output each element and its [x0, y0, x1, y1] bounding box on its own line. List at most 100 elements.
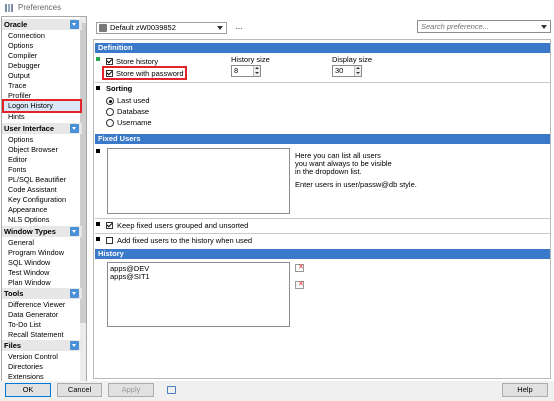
ok-button[interactable]: OK — [5, 383, 51, 397]
help-button[interactable]: Help — [502, 383, 548, 397]
category-tools[interactable]: Tools — [2, 288, 82, 299]
profile-dropdown[interactable]: Default zW0039852 — [96, 22, 227, 34]
profile-icon — [99, 24, 107, 32]
sidebar-item-program-window[interactable]: Program Window — [8, 248, 80, 258]
search-placeholder: Search preference... — [421, 22, 489, 31]
section-marker — [96, 149, 100, 153]
sidebar-scrollbar[interactable] — [80, 17, 86, 381]
cancel-button[interactable]: Cancel — [57, 383, 102, 397]
sorting-label: Sorting — [106, 84, 133, 93]
sidebar-item-fonts[interactable]: Fonts — [8, 165, 80, 175]
sidebar-item-logon-history[interactable]: Logon History — [2, 99, 82, 113]
sorting-database-radio[interactable] — [106, 108, 114, 116]
chevron-down-icon — [217, 26, 223, 30]
sidebar-item-general[interactable]: General — [8, 238, 80, 248]
sidebar-item-hints[interactable]: Hints — [8, 112, 80, 122]
sidebar-item-plsql-beautifier[interactable]: PL/SQL Beautifier — [8, 175, 80, 185]
sidebar-item-editor[interactable]: Editor — [8, 155, 80, 165]
sidebar-item-debugger[interactable]: Debugger — [8, 61, 80, 71]
fixed-users-help-line-3: in the dropdown list. — [295, 167, 362, 176]
sidebar-item-nls-options[interactable]: NLS Options — [8, 215, 80, 225]
highlight-box — [102, 66, 187, 80]
divider — [95, 82, 550, 83]
sidebar-item-output[interactable]: Output — [8, 71, 80, 81]
history-size-stepper[interactable]: 8 — [231, 65, 261, 77]
add-to-history-label: Add fixed users to the history when used — [117, 236, 253, 245]
window-title: Preferences — [18, 3, 62, 12]
category-title: Tools — [4, 289, 24, 298]
sidebar-item-todo-list[interactable]: To-Do List — [8, 320, 80, 330]
section-header-definition: Definition — [95, 43, 550, 53]
sidebar-item-appearance[interactable]: Appearance — [8, 205, 80, 215]
sidebar-item-difference-viewer[interactable]: Difference Viewer — [8, 300, 80, 310]
sidebar-item-object-browser[interactable]: Object Browser — [8, 145, 80, 155]
add-to-history-checkbox[interactable] — [106, 237, 113, 244]
sidebar-item-connection[interactable]: Connection — [8, 31, 80, 41]
delete-icon[interactable] — [295, 263, 304, 272]
sidebar-item-test-window[interactable]: Test Window — [8, 268, 80, 278]
sidebar-item-profiler[interactable]: Profiler — [8, 91, 80, 101]
delete-all-icon[interactable] — [295, 280, 304, 289]
sidebar-item-version-control[interactable]: Version Control — [8, 352, 80, 362]
divider — [95, 233, 550, 234]
history-size-value: 8 — [234, 66, 239, 75]
category-oracle[interactable]: Oracle — [2, 19, 82, 30]
sidebar-item-trace[interactable]: Trace — [8, 81, 80, 91]
store-history-checkbox[interactable] — [106, 58, 113, 65]
section-marker — [96, 222, 100, 226]
restore-defaults-icon[interactable] — [167, 386, 176, 394]
display-size-value: 30 — [335, 66, 344, 75]
modified-marker — [96, 57, 100, 61]
category-list[interactable]: Oracle Connection Options Compiler Debug… — [1, 16, 87, 382]
sorting-database-label: Database — [117, 107, 150, 116]
apply-button[interactable]: Apply — [108, 383, 154, 397]
keep-grouped-label: Keep fixed users grouped and unsorted — [117, 221, 249, 230]
sidebar-item-plan-window[interactable]: Plan Window — [8, 278, 80, 288]
sorting-last-used-radio[interactable] — [106, 97, 114, 105]
more-button[interactable]: ... — [233, 22, 245, 34]
sidebar-item-sql-window[interactable]: SQL Window — [8, 258, 80, 268]
sidebar-item-ui-options[interactable]: Options — [8, 135, 80, 145]
fixed-users-textarea[interactable] — [107, 148, 290, 214]
search-input[interactable]: Search preference... — [417, 20, 551, 33]
divider — [95, 218, 550, 219]
display-size-stepper[interactable]: 30 — [332, 65, 362, 77]
fixed-users-help-line-4: Enter users in user/passw@db style. — [295, 180, 417, 189]
sidebar-item-code-assistant[interactable]: Code Assistant — [8, 185, 80, 195]
sorting-username-label: Username — [117, 118, 152, 127]
sidebar-item-directories[interactable]: Directories — [8, 362, 80, 372]
category-title: Files — [4, 341, 22, 350]
sorting-last-used-label: Last used — [117, 96, 150, 105]
collapse-icon[interactable] — [70, 20, 79, 29]
scrollbar-thumb[interactable] — [80, 23, 86, 323]
sidebar-item-options[interactable]: Options — [8, 41, 80, 51]
section-marker — [96, 237, 100, 241]
keep-grouped-checkbox[interactable] — [106, 222, 113, 229]
sidebar-item-recall-statement[interactable]: Recall Statement — [8, 330, 80, 340]
category-files[interactable]: Files — [2, 340, 82, 351]
sidebar-item-data-generator[interactable]: Data Generator — [8, 310, 80, 320]
section-marker — [96, 86, 100, 90]
decrement-icon[interactable] — [354, 71, 361, 76]
history-entry[interactable]: apps@SIT1 — [110, 272, 150, 281]
category-title: User Interface — [4, 124, 55, 133]
collapse-icon[interactable] — [70, 124, 79, 133]
display-size-label: Display size — [332, 55, 373, 64]
sorting-username-radio[interactable] — [106, 119, 114, 127]
history-list[interactable]: apps@DEV apps@SIT1 — [107, 262, 290, 327]
collapse-icon[interactable] — [70, 289, 79, 298]
chevron-down-icon[interactable] — [541, 25, 547, 29]
history-size-label: History size — [231, 55, 270, 64]
decrement-icon[interactable] — [253, 71, 260, 76]
collapse-icon[interactable] — [70, 341, 79, 350]
category-title: Window Types — [4, 227, 56, 236]
category-title: Oracle — [4, 20, 28, 29]
title-bar: Preferences — [0, 0, 554, 16]
collapse-icon[interactable] — [70, 227, 79, 236]
profile-value: Default zW0039852 — [110, 23, 176, 32]
section-header-fixed-users: Fixed Users — [95, 134, 550, 144]
sidebar-item-compiler[interactable]: Compiler — [8, 51, 80, 61]
category-window-types[interactable]: Window Types — [2, 226, 82, 237]
category-user-interface[interactable]: User Interface — [2, 123, 82, 134]
sidebar-item-key-configuration[interactable]: Key Configuration — [8, 195, 80, 205]
